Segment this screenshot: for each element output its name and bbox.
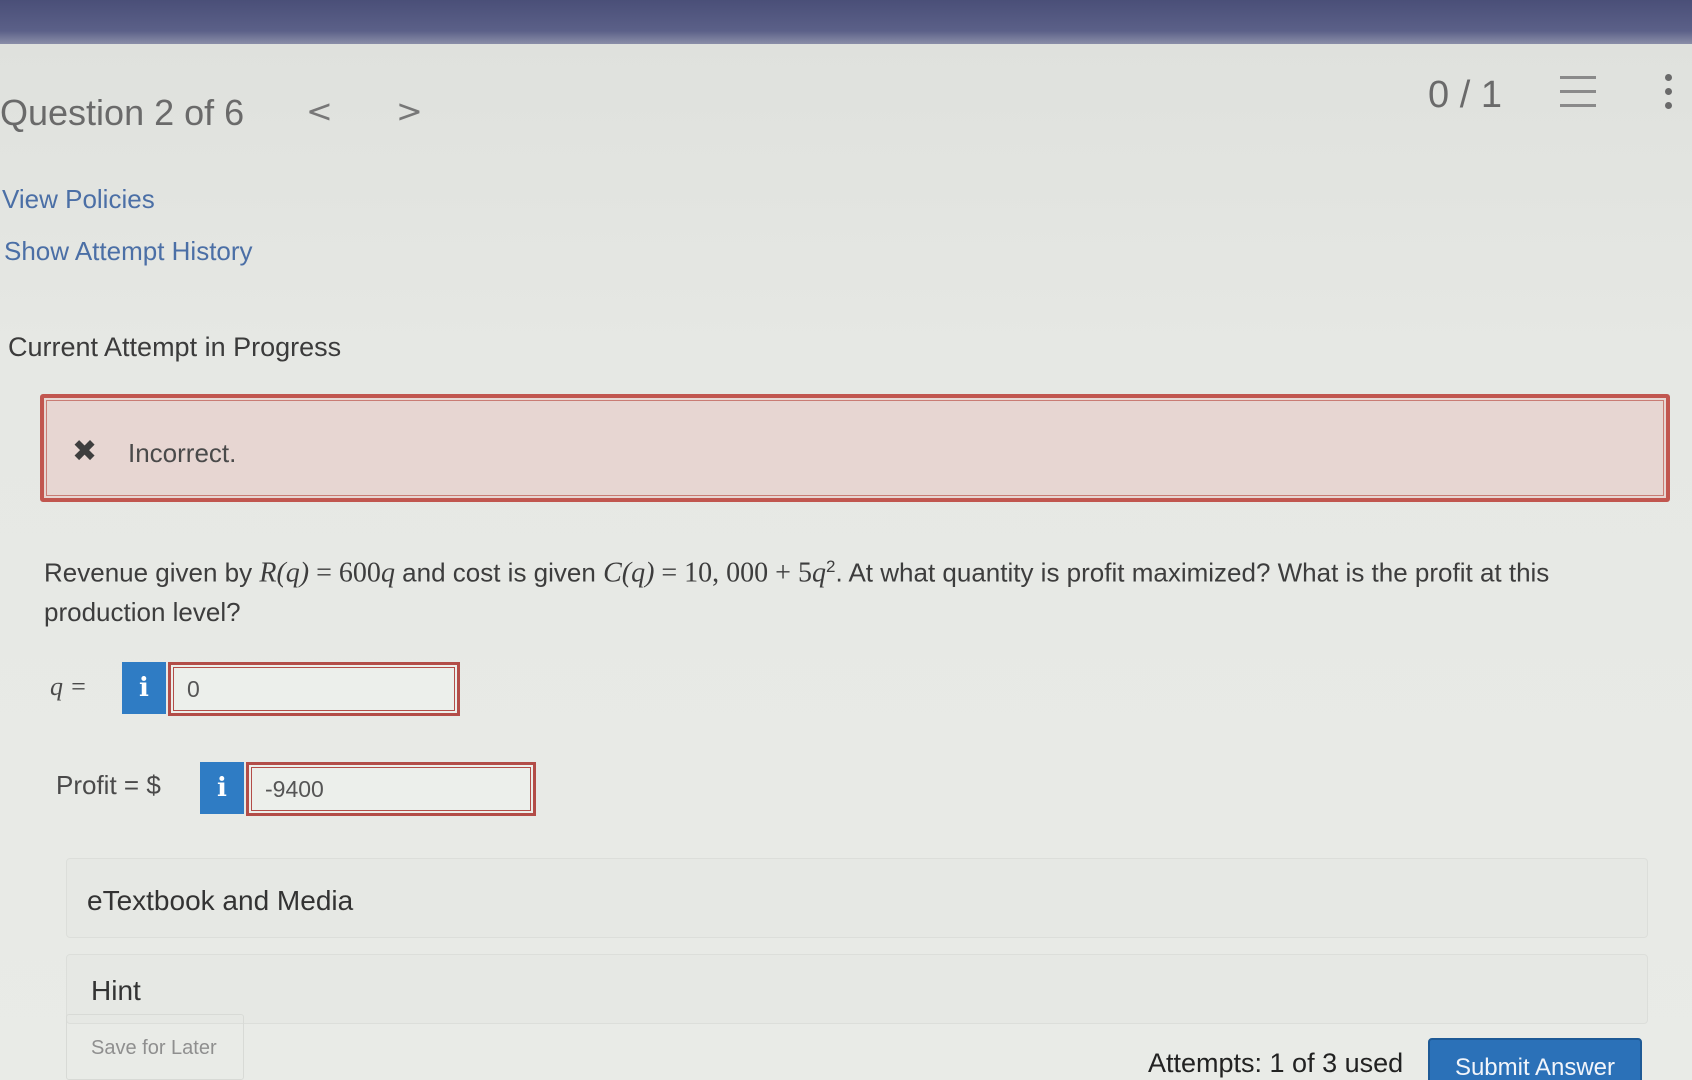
attempt-status: Current Attempt in Progress xyxy=(8,332,342,362)
cost-function: C(q) xyxy=(603,557,655,589)
revenue-function: R(q) xyxy=(259,557,310,589)
question-counter: Question 2 of 6 xyxy=(0,92,245,133)
q-answer-input[interactable]: 0 xyxy=(168,662,460,716)
more-options-icon[interactable] xyxy=(1662,72,1674,112)
top-bar xyxy=(0,0,1692,44)
q-info-button[interactable]: i xyxy=(122,662,166,714)
hint-panel[interactable]: Hint xyxy=(66,954,1648,1024)
profit-answer-label: Profit = $ xyxy=(56,770,161,800)
x-mark-icon: ✖ xyxy=(72,434,98,469)
etextbook-panel[interactable]: eTextbook and Media xyxy=(66,858,1648,938)
hint-label: Hint xyxy=(91,975,141,1006)
math-variable: q xyxy=(811,557,826,589)
math-variable: q xyxy=(380,557,395,589)
next-question-button[interactable]: > xyxy=(396,92,423,130)
question-list-icon[interactable] xyxy=(1560,74,1598,110)
previous-question-button[interactable]: < xyxy=(306,92,333,130)
question-prompt: Revenue given by R(q) = 600q and cost is… xyxy=(44,548,1644,631)
profit-answer-input[interactable]: -9400 xyxy=(246,762,536,816)
prompt-text: = 600 xyxy=(309,557,381,589)
show-attempt-history-link[interactable]: Show Attempt History xyxy=(4,236,253,267)
prompt-text: = 10, 000 + 5 xyxy=(654,557,812,589)
profit-info-button[interactable]: i xyxy=(200,762,244,814)
view-policies-link[interactable]: View Policies xyxy=(2,184,155,215)
feedback-banner: ✖ Incorrect. xyxy=(40,394,1670,502)
save-for-later-button[interactable]: Save for Later xyxy=(66,1014,244,1080)
prompt-text: Revenue given by xyxy=(44,557,260,588)
prompt-text: and cost is given xyxy=(394,557,604,588)
score-display: 0 / 1 xyxy=(1428,74,1502,116)
attempts-counter: Attempts: 1 of 3 used xyxy=(1148,1048,1404,1078)
feedback-text: Incorrect. xyxy=(128,438,237,468)
etextbook-label: eTextbook and Media xyxy=(87,885,354,916)
q-answer-label: q = xyxy=(50,672,88,701)
submit-answer-button[interactable]: Submit Answer xyxy=(1428,1038,1642,1080)
